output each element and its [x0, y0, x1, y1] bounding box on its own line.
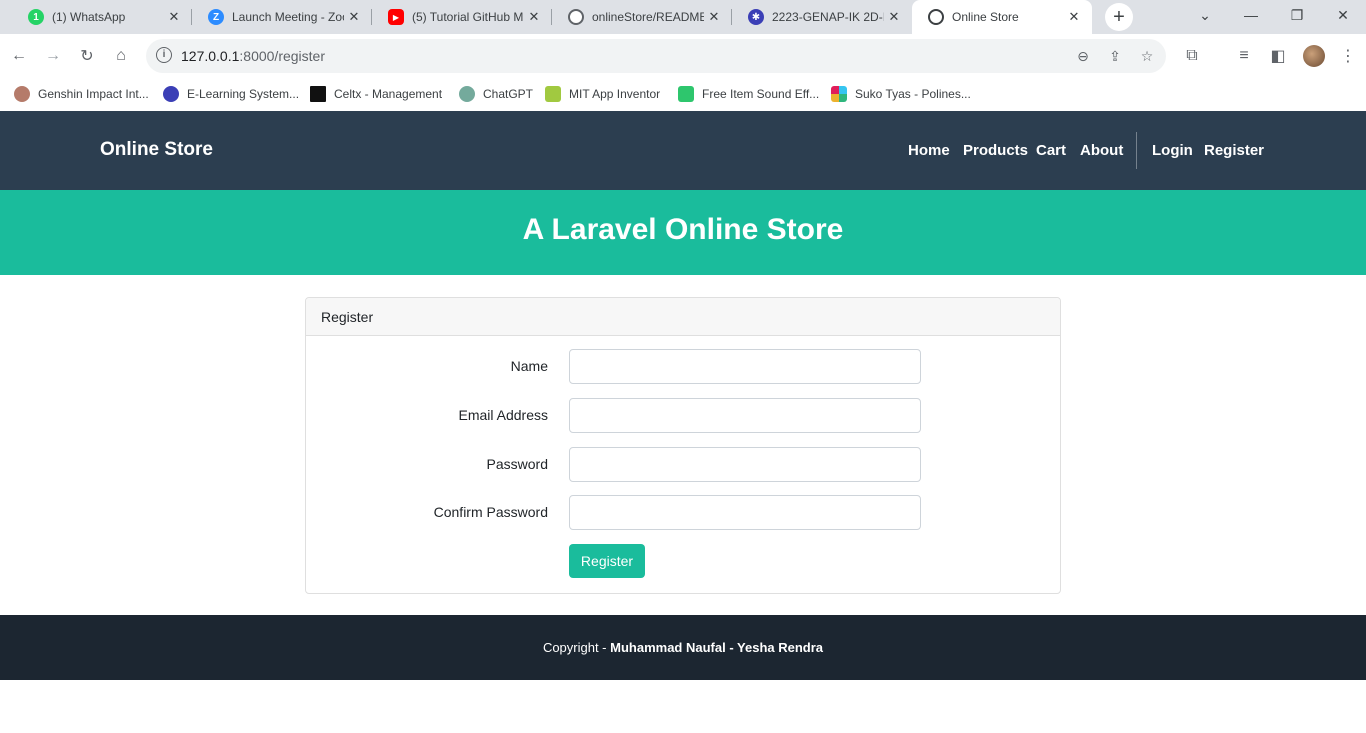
- pixabay-icon: [678, 86, 694, 102]
- browser-tab[interactable]: onlineStore/README ✕: [552, 0, 732, 34]
- register-card: Register Name Email Address Password Con…: [305, 297, 1061, 594]
- register-submit-button[interactable]: Register: [569, 544, 645, 578]
- home-icon[interactable]: ⌂: [107, 42, 135, 70]
- bookmark-item[interactable]: Genshin Impact Int...: [14, 84, 149, 104]
- email-input[interactable]: [569, 398, 921, 433]
- hero-title: A Laravel Online Store: [522, 213, 844, 246]
- brand-logo[interactable]: Online Store: [100, 139, 213, 161]
- browser-toolbar: ← → ↻ ⌂ i 127.0.0.1:8000/register ⊖ ⇪ ☆ …: [0, 34, 1366, 78]
- tab-title: onlineStore/README: [592, 10, 704, 24]
- celtx-icon: [310, 86, 326, 102]
- tab-title: Launch Meeting - Zoom: [232, 10, 344, 24]
- form-row-name: Name: [306, 349, 1060, 384]
- name-label: Name: [510, 358, 548, 374]
- reload-icon[interactable]: ↻: [73, 42, 101, 70]
- tab-title: (5) Tutorial GitHub M: [412, 10, 524, 24]
- nav-about[interactable]: About: [1080, 142, 1123, 159]
- browser-tab-strip: 1 (1) WhatsApp ✕ Z Launch Meeting - Zoom…: [0, 0, 1366, 34]
- card-header: Register: [306, 298, 1060, 336]
- new-tab-button[interactable]: +: [1105, 3, 1133, 31]
- bookmark-item[interactable]: MIT App Inventor: [545, 84, 660, 104]
- author-name: Yesha Rendra: [737, 640, 824, 655]
- nav-divider: [1136, 132, 1137, 169]
- nav-products[interactable]: Products: [963, 142, 1028, 159]
- browser-tab[interactable]: ✱ 2223-GENAP-IK 2D-I ✕: [732, 0, 912, 34]
- zoom-out-icon[interactable]: ⊖: [1074, 47, 1092, 65]
- extensions-icon[interactable]: ⧉: [1178, 42, 1206, 70]
- elearning-icon: ✱: [748, 9, 764, 25]
- genshin-icon: [14, 86, 30, 102]
- chatgpt-icon: [459, 86, 475, 102]
- tab-title: 2223-GENAP-IK 2D-I: [772, 10, 884, 24]
- password-label: Password: [486, 456, 548, 472]
- profile-avatar[interactable]: [1303, 45, 1325, 67]
- copyright-text: Copyright - Muhammad Naufal - Yesha Rend…: [542, 640, 824, 655]
- site-navbar: Online Store Home Products Cart About Lo…: [0, 111, 1366, 190]
- confirm-password-input[interactable]: [569, 495, 921, 530]
- name-input[interactable]: [569, 349, 921, 384]
- elearning-icon: [163, 86, 179, 102]
- bookmark-item[interactable]: Suko Tyas - Polines...: [831, 84, 971, 104]
- bookmark-star-icon[interactable]: ☆: [1138, 47, 1156, 65]
- bookmark-item[interactable]: E-Learning System...: [163, 84, 299, 104]
- close-tab-icon[interactable]: ✕: [344, 9, 364, 25]
- bookmark-item[interactable]: Celtx - Management: [310, 84, 442, 104]
- tab-title: (1) WhatsApp: [52, 10, 126, 24]
- email-label: Email Address: [458, 407, 548, 423]
- form-row-password: Password: [306, 447, 1060, 482]
- slack-icon: [831, 86, 847, 102]
- nav-cart[interactable]: Cart: [1036, 142, 1066, 159]
- form-row-email: Email Address: [306, 398, 1060, 433]
- form-row-confirm-password: Confirm Password: [306, 495, 1060, 530]
- site-info-icon[interactable]: i: [156, 47, 172, 63]
- confirm-password-label: Confirm Password: [433, 504, 548, 520]
- globe-icon: [928, 9, 944, 25]
- nav-home[interactable]: Home: [908, 142, 950, 159]
- tab-search-icon[interactable]: ⌄: [1182, 0, 1228, 30]
- address-bar[interactable]: i 127.0.0.1:8000/register ⊖ ⇪ ☆: [146, 39, 1166, 73]
- bookmarks-bar: Genshin Impact Int... E-Learning System.…: [0, 78, 1366, 111]
- youtube-icon: ▶: [388, 9, 404, 25]
- nav-register[interactable]: Register: [1204, 142, 1264, 159]
- browser-tab[interactable]: Z Launch Meeting - Zoom ✕: [192, 0, 372, 34]
- whatsapp-icon: 1: [28, 9, 44, 25]
- side-panel-icon[interactable]: ◧: [1264, 42, 1292, 70]
- back-icon[interactable]: ←: [5, 42, 33, 70]
- browser-tab-active[interactable]: Online Store ✕: [912, 0, 1092, 34]
- github-icon: [568, 9, 584, 25]
- bookmark-item[interactable]: ChatGPT: [459, 84, 533, 104]
- menu-icon[interactable]: ⋮: [1334, 42, 1362, 70]
- author-name: Muhammad Naufal: [610, 640, 726, 655]
- bookmark-item[interactable]: Free Item Sound Eff...: [678, 84, 819, 104]
- close-window-button[interactable]: ✕: [1320, 0, 1366, 30]
- share-icon[interactable]: ⇪: [1106, 47, 1124, 65]
- hero-banner: A Laravel Online Store: [0, 190, 1366, 275]
- media-control-icon[interactable]: ≡: [1230, 42, 1258, 70]
- browser-tab[interactable]: ▶ (5) Tutorial GitHub M ✕: [372, 0, 552, 34]
- password-input[interactable]: [569, 447, 921, 482]
- browser-tab[interactable]: 1 (1) WhatsApp ✕: [0, 0, 192, 34]
- forward-icon[interactable]: →: [39, 42, 67, 70]
- close-tab-icon[interactable]: ✕: [164, 9, 184, 25]
- site-footer: Copyright - Muhammad Naufal - Yesha Rend…: [0, 615, 1366, 680]
- zoom-icon: Z: [208, 9, 224, 25]
- close-tab-icon[interactable]: ✕: [1064, 9, 1084, 25]
- nav-login[interactable]: Login: [1152, 142, 1193, 159]
- minimize-button[interactable]: —: [1228, 0, 1274, 30]
- close-tab-icon[interactable]: ✕: [884, 9, 904, 25]
- close-tab-icon[interactable]: ✕: [524, 9, 544, 25]
- tab-title: Online Store: [952, 10, 1019, 24]
- restore-button[interactable]: ❐: [1274, 0, 1320, 30]
- url-text[interactable]: 127.0.0.1:8000/register: [181, 48, 325, 64]
- appinventor-icon: [545, 86, 561, 102]
- close-tab-icon[interactable]: ✕: [704, 9, 724, 25]
